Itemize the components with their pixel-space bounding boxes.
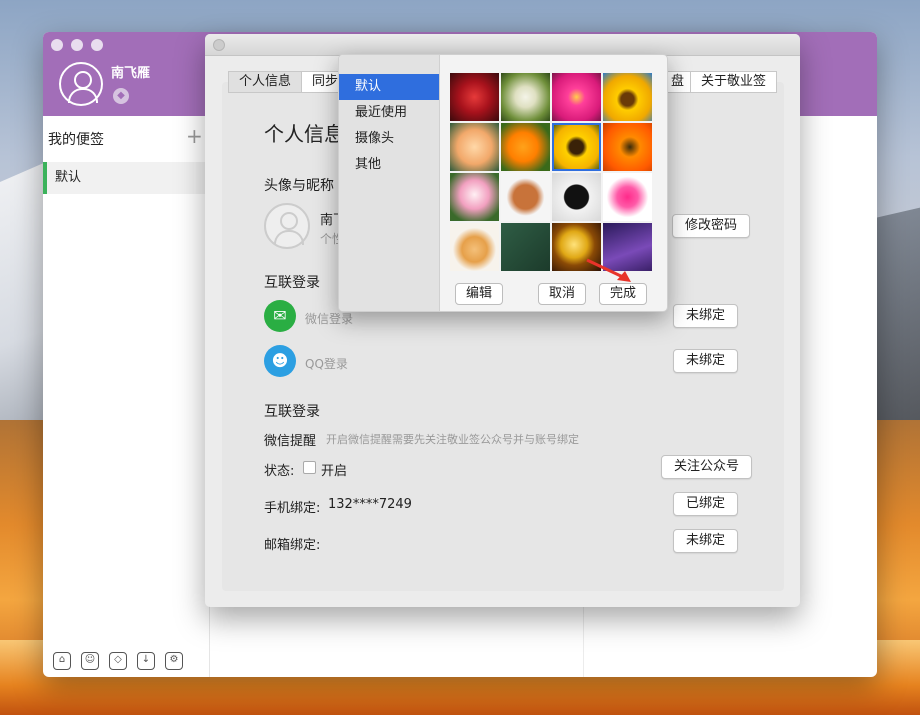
team-icon[interactable]: ☺ bbox=[81, 652, 99, 670]
arrow-annotation-icon bbox=[586, 258, 631, 282]
image-peach-rose[interactable] bbox=[450, 123, 499, 171]
avatar-section-title: 头像与昵称 bbox=[264, 178, 334, 194]
sidebar-title: 我的便签 bbox=[48, 132, 104, 148]
image-lips[interactable] bbox=[603, 173, 652, 221]
phone-label: 手机绑定: bbox=[264, 501, 321, 516]
edit-button[interactable]: 编辑 bbox=[455, 283, 504, 305]
user-avatar[interactable] bbox=[59, 62, 103, 106]
qq-login-label: QQ登录 bbox=[305, 357, 348, 371]
window-controls bbox=[51, 39, 103, 51]
settings-titlebar bbox=[205, 34, 800, 56]
add-icon[interactable]: + bbox=[186, 124, 203, 148]
tab-personal[interactable]: 个人信息 bbox=[228, 71, 303, 93]
image-yellow-daisy[interactable] bbox=[552, 123, 601, 171]
wechat-login-label: 微信登录 bbox=[305, 312, 354, 326]
link-login-title: 互联登录 bbox=[264, 275, 320, 291]
wechat-icon: ✉ bbox=[264, 300, 296, 332]
settings-tabs: 个人信息 同步 bbox=[228, 71, 350, 93]
settings-tabs-right: 盘 关于敬业签 bbox=[667, 71, 778, 93]
image-gingerbread-man[interactable] bbox=[501, 173, 550, 221]
image-lotus[interactable] bbox=[450, 173, 499, 221]
image-red-rose[interactable] bbox=[450, 73, 499, 121]
follow-account-button[interactable]: 关注公众号 bbox=[661, 455, 753, 479]
wechat-reminder-hint: 开启微信提醒需要先关注敬业签公众号并与账号绑定 bbox=[326, 433, 579, 446]
image-pink-daisy[interactable] bbox=[552, 73, 601, 121]
qq-bind-button[interactable]: 未绑定 bbox=[673, 349, 739, 373]
image-sunflower[interactable] bbox=[603, 73, 652, 121]
email-bind-button[interactable]: 未绑定 bbox=[673, 529, 739, 553]
cancel-button[interactable]: 取消 bbox=[538, 283, 587, 305]
image-grid bbox=[450, 73, 654, 271]
gem-icon[interactable]: ◇ bbox=[109, 652, 127, 670]
diamond-icon[interactable]: ◆ bbox=[113, 88, 129, 104]
cloud-download-icon[interactable]: ↓ bbox=[137, 652, 155, 670]
category-default[interactable]: 默认 bbox=[339, 74, 439, 100]
minimize-dot[interactable] bbox=[71, 39, 83, 51]
category-recent[interactable]: 最近使用 bbox=[339, 100, 439, 126]
page-title: 个人信息 bbox=[264, 122, 344, 146]
tab-partial[interactable]: 盘 bbox=[667, 71, 692, 93]
settings-close-dot[interactable] bbox=[213, 39, 225, 51]
phone-bound-button[interactable]: 已绑定 bbox=[673, 492, 739, 516]
wechat-reminder-label: 微信提醒 bbox=[264, 434, 317, 449]
reminder-section-title: 互联登录 bbox=[264, 404, 320, 420]
image-chalkboard[interactable] bbox=[501, 223, 550, 271]
close-dot[interactable] bbox=[51, 39, 63, 51]
email-label: 邮箱绑定: bbox=[264, 538, 321, 553]
image-fortune-cookie[interactable] bbox=[450, 223, 499, 271]
sidebar-item-default[interactable]: 默认 bbox=[43, 162, 209, 194]
tab-about[interactable]: 关于敬业签 bbox=[690, 71, 778, 93]
status-option: 开启 bbox=[321, 464, 348, 479]
phone-value: 132****7249 bbox=[328, 497, 412, 512]
qq-icon: ☻ bbox=[264, 345, 296, 377]
status-label: 状态: bbox=[264, 464, 295, 479]
image-orange-gerbera[interactable] bbox=[603, 123, 652, 171]
status-checkbox[interactable] bbox=[303, 461, 316, 474]
image-yin-yang[interactable] bbox=[552, 173, 601, 221]
bottom-toolbar: ⌂ ☺ ◇ ↓ ⚙ bbox=[53, 652, 183, 670]
lock-icon[interactable]: ⌂ bbox=[53, 652, 71, 670]
image-dandelion[interactable] bbox=[501, 73, 550, 121]
profile-avatar[interactable] bbox=[264, 203, 310, 249]
user-name: 南飞雁 bbox=[111, 66, 151, 81]
picker-categories: 默认 最近使用 摄像头 其他 bbox=[339, 55, 440, 311]
category-camera[interactable]: 摄像头 bbox=[339, 126, 439, 152]
zoom-dot[interactable] bbox=[91, 39, 103, 51]
wechat-bind-button[interactable]: 未绑定 bbox=[673, 304, 739, 328]
change-password-button[interactable]: 修改密码 bbox=[672, 214, 751, 238]
image-orange-poppy[interactable] bbox=[501, 123, 550, 171]
done-button[interactable]: 完成 bbox=[599, 283, 648, 305]
category-other[interactable]: 其他 bbox=[339, 152, 439, 178]
settings-icon[interactable]: ⚙ bbox=[165, 652, 183, 670]
